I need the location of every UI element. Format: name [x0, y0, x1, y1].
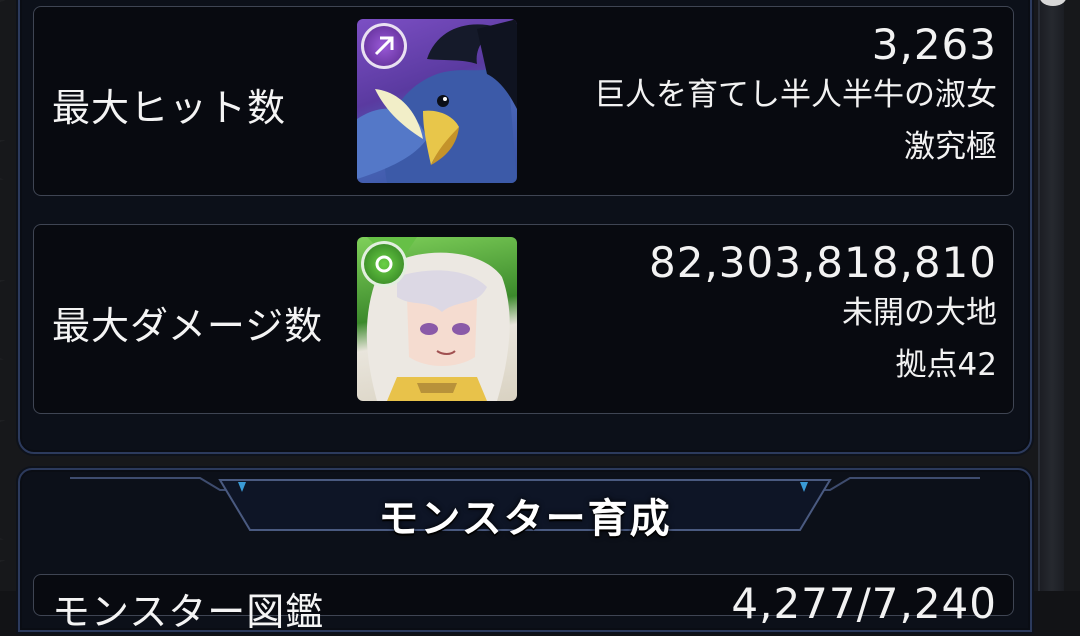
stat-value: 82,303,818,810: [649, 238, 997, 287]
blue-bird-monster-icon[interactable]: [357, 19, 517, 183]
scroll-track[interactable]: [1038, 0, 1064, 591]
stat-label: 最大ダメージ数: [52, 304, 324, 348]
stat-card-monster-dex: モンスター図鑑 4,277/7,240: [33, 574, 1014, 634]
stat-value: 4,277/7,240: [731, 579, 997, 628]
quest-name: 巨人を育てし半人半牛の淑女: [594, 77, 997, 113]
section-header: モンスター育成: [70, 474, 980, 542]
stat-values: 82,303,818,810 未開の大地 拠点42: [649, 239, 997, 391]
stat-card-max-hits: 最大ヒット数 3,263 巨人を育てし半人半牛の淑女 激究極: [33, 6, 1014, 196]
quest-name: 未開の大地: [842, 295, 997, 331]
silver-haired-girl-monster-icon[interactable]: [357, 237, 517, 401]
stat-label: モンスター図鑑: [52, 590, 325, 634]
section-title: モンスター育成: [378, 496, 672, 542]
quest-difficulty: 拠点42: [895, 347, 997, 383]
dark-attribute-icon: [361, 23, 407, 69]
stat-values: 3,263 巨人を育てし半人半牛の淑女 激究極: [594, 21, 997, 173]
stat-value: 3,263: [871, 20, 997, 69]
stat-label: 最大ヒット数: [52, 86, 287, 130]
stat-card-max-damage: 最大ダメージ数 82,303,818,810 未開の大地 拠点42: [33, 224, 1014, 414]
wood-attribute-icon: [361, 241, 407, 287]
quest-difficulty: 激究極: [904, 129, 997, 165]
